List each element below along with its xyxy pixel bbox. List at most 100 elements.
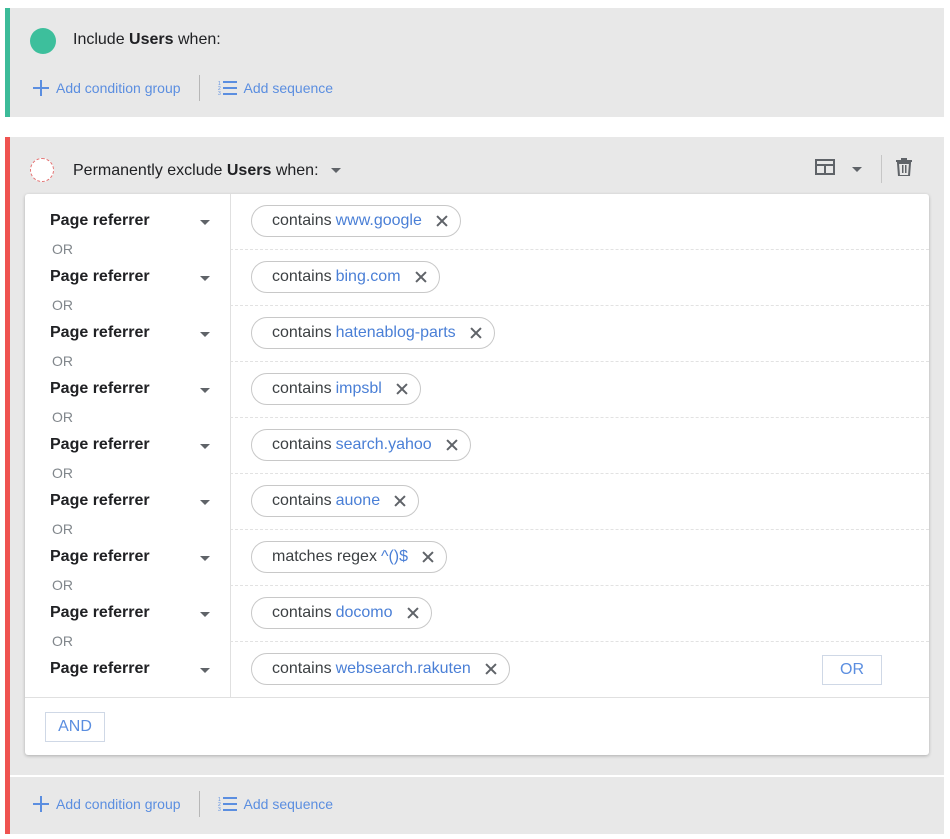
card-footer-divider [25, 697, 929, 698]
include-suffix: when: [177, 31, 221, 48]
condition-operator: contains [272, 380, 332, 397]
condition-value: docomo [335, 604, 393, 621]
include-condition-group: Include Users when: Add condition group … [5, 8, 944, 117]
add-condition-group-label: Add condition group [56, 80, 181, 96]
plus-icon [33, 80, 49, 96]
condition-row: Page referrer contains bing.com [25, 250, 929, 306]
condition-chip[interactable]: contains bing.com [251, 261, 440, 293]
footer-divider [198, 791, 200, 817]
condition-chip[interactable]: contains docomo [251, 597, 432, 629]
condition-row: Page referrer contains impsbl [25, 362, 929, 418]
remove-condition-icon[interactable] [470, 327, 482, 339]
condition-operator: contains [272, 268, 332, 285]
dimension-dropdown-icon[interactable] [200, 388, 210, 393]
dimension-dropdown-icon[interactable] [200, 500, 210, 505]
condition-value: auone [335, 492, 381, 509]
condition-operator: contains [272, 660, 332, 677]
condition-value: websearch.rakuten [335, 660, 471, 677]
condition-row: Page referrer contains www.google [25, 194, 929, 250]
dimension-dropdown-icon[interactable] [200, 332, 210, 337]
condition-operator: contains [272, 212, 332, 229]
remove-condition-icon[interactable] [485, 663, 497, 675]
condition-value: impsbl [335, 380, 382, 397]
exclude-footer-actions: Add condition group 1 2 3 Add sequence [32, 791, 333, 817]
exclude-condition-group: Permanently exclude Users when: Page ref… [5, 137, 944, 834]
dimension-select[interactable]: Page referrer [50, 660, 150, 678]
exclude-prefix: Permanently exclude [73, 162, 223, 179]
delete-trash-icon[interactable] [896, 158, 912, 181]
scope-layout-icon[interactable] [815, 159, 835, 180]
dimension-dropdown-icon[interactable] [200, 276, 210, 281]
condition-chip[interactable]: contains auone [251, 485, 420, 517]
condition-value: ^()$ [380, 548, 408, 565]
exclude-suffix: when: [275, 162, 319, 179]
condition-value: bing.com [335, 268, 401, 285]
scope-dropdown-icon[interactable] [852, 167, 862, 172]
exclude-status-circle [30, 158, 54, 182]
remove-condition-icon[interactable] [394, 495, 406, 507]
dimension-select[interactable]: Page referrer [50, 548, 150, 566]
dimension-dropdown-icon[interactable] [200, 556, 210, 561]
remove-condition-icon[interactable] [415, 271, 427, 283]
dimension-select[interactable]: Page referrer [50, 380, 150, 398]
sequence-list-icon: 1 2 3 [218, 797, 237, 813]
add-sequence-label: Add sequence [243, 796, 334, 812]
condition-chip[interactable]: contains hatenablog-parts [251, 317, 495, 349]
plus-icon [33, 796, 49, 812]
remove-condition-icon[interactable] [422, 551, 434, 563]
dimension-select[interactable]: Page referrer [50, 604, 150, 622]
condition-operator: matches regex [272, 548, 377, 565]
dimension-select[interactable]: Page referrer [50, 324, 150, 342]
include-add-sequence-button[interactable]: 1 2 3 Add sequence [218, 79, 334, 97]
exclude-mode-dropdown-icon[interactable] [331, 168, 341, 173]
condition-chip[interactable]: contains impsbl [251, 373, 421, 405]
exclude-add-condition-group-button[interactable]: Add condition group [32, 795, 181, 813]
sequence-list-icon: 1 2 3 [218, 81, 237, 97]
dimension-dropdown-icon[interactable] [200, 444, 210, 449]
and-button[interactable]: AND [45, 712, 105, 742]
include-add-condition-group-button[interactable]: Add condition group [32, 79, 181, 97]
condition-chip[interactable]: contains websearch.rakuten [251, 653, 510, 685]
condition-row: Page referrer contains auone [25, 474, 929, 530]
dimension-select[interactable]: Page referrer [50, 212, 150, 230]
condition-chip[interactable]: matches regex ^()$ [251, 541, 447, 573]
exclude-entity[interactable]: Users [227, 162, 271, 179]
exclude-add-sequence-button[interactable]: 1 2 3 Add sequence [218, 795, 334, 813]
condition-chip[interactable]: contains www.google [251, 205, 461, 237]
condition-operator: contains [272, 492, 332, 509]
condition-card: Page referrer contains www.google OR Page re… [25, 194, 929, 755]
include-title: Include Users when: [73, 31, 221, 49]
include-entity[interactable]: Users [129, 31, 173, 48]
remove-condition-icon[interactable] [436, 215, 448, 227]
condition-value: hatenablog-parts [335, 324, 456, 341]
dimension-dropdown-icon[interactable] [200, 220, 210, 225]
condition-chip[interactable]: contains search.yahoo [251, 429, 471, 461]
dimension-cell: Page referrer [25, 642, 230, 698]
condition-operator: contains [272, 604, 332, 621]
condition-row: Page referrer contains websearch.rakuten [25, 642, 929, 698]
dimension-select[interactable]: Page referrer [50, 436, 150, 454]
remove-condition-icon[interactable] [396, 383, 408, 395]
include-prefix: Include [73, 31, 125, 48]
dimension-dropdown-icon[interactable] [200, 612, 210, 617]
condition-operator: contains [272, 436, 332, 453]
group-footer-divider [10, 775, 944, 777]
include-footer-actions: Add condition group 1 2 3 Add sequence [32, 75, 333, 101]
exclude-title: Permanently exclude Users when: [73, 162, 319, 180]
remove-condition-icon[interactable] [407, 607, 419, 619]
footer-divider [198, 75, 200, 101]
svg-text:3: 3 [218, 91, 221, 97]
svg-text:3: 3 [218, 807, 221, 813]
dimension-select[interactable]: Page referrer [50, 268, 150, 286]
condition-value: www.google [335, 212, 422, 229]
dimension-select[interactable]: Page referrer [50, 492, 150, 510]
condition-row: Page referrer contains search.yahoo [25, 418, 929, 474]
header-divider [881, 155, 882, 183]
add-condition-group-label: Add condition group [56, 796, 181, 812]
or-button[interactable]: OR [822, 655, 882, 685]
dimension-dropdown-icon[interactable] [200, 668, 210, 673]
condition-operator: contains [272, 324, 332, 341]
add-sequence-label: Add sequence [243, 80, 334, 96]
remove-condition-icon[interactable] [446, 439, 458, 451]
condition-row: Page referrer contains hatenablog-parts [25, 306, 929, 362]
